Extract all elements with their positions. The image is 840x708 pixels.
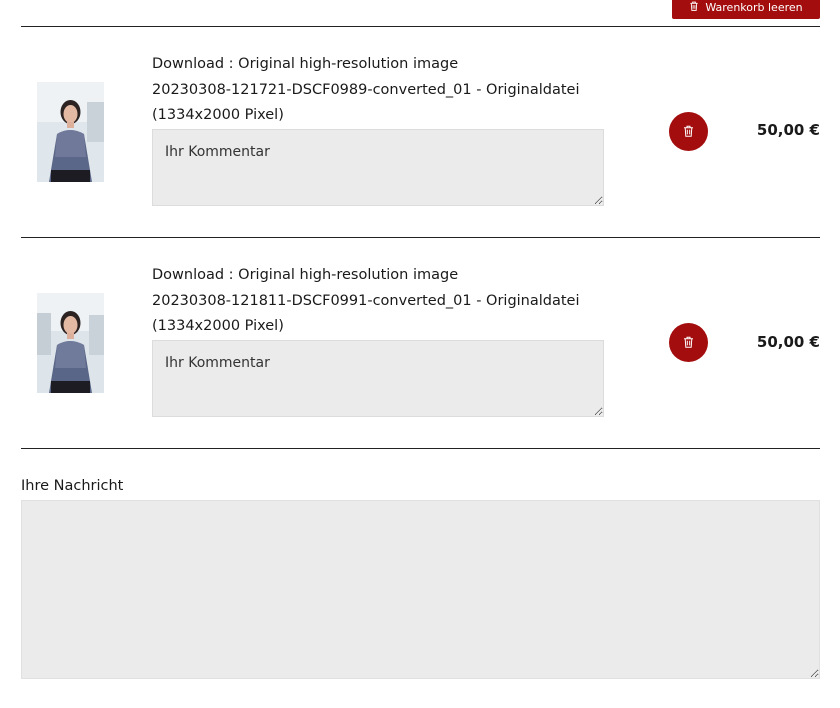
trash-icon <box>683 333 694 352</box>
trash-icon <box>689 1 699 14</box>
delete-item-button[interactable] <box>669 323 708 362</box>
cart-item: Download : Original high-resolution imag… <box>21 27 820 237</box>
comment-field[interactable] <box>152 129 604 206</box>
item-filename: 20230308-121811-DSCF0991-converted_01 - … <box>152 292 580 309</box>
divider <box>21 448 820 449</box>
item-price: 50,00 € <box>756 333 820 351</box>
clear-cart-button[interactable]: Warenkorb leeren <box>672 0 820 19</box>
clear-cart-label: Warenkorb leeren <box>705 1 803 14</box>
comment-field[interactable] <box>152 340 604 417</box>
item-resolution: (1334x2000 Pixel) <box>152 107 284 123</box>
trash-icon <box>683 122 694 141</box>
item-description: Download : Original high-resolution imag… <box>152 263 622 340</box>
message-label: Ihre Nachricht <box>21 478 124 494</box>
message-field[interactable] <box>21 500 820 679</box>
item-filename: 20230308-121721-DSCF0989-converted_01 - … <box>152 81 580 98</box>
product-thumbnail[interactable] <box>37 82 104 182</box>
product-thumbnail[interactable] <box>37 293 104 393</box>
delete-item-button[interactable] <box>669 112 708 151</box>
item-resolution: (1334x2000 Pixel) <box>152 318 284 334</box>
item-title: Download : Original high-resolution imag… <box>152 56 459 72</box>
item-description: Download : Original high-resolution imag… <box>152 52 622 129</box>
cart-item: Download : Original high-resolution imag… <box>21 238 820 448</box>
item-price: 50,00 € <box>756 121 820 139</box>
item-title: Download : Original high-resolution imag… <box>152 267 459 283</box>
